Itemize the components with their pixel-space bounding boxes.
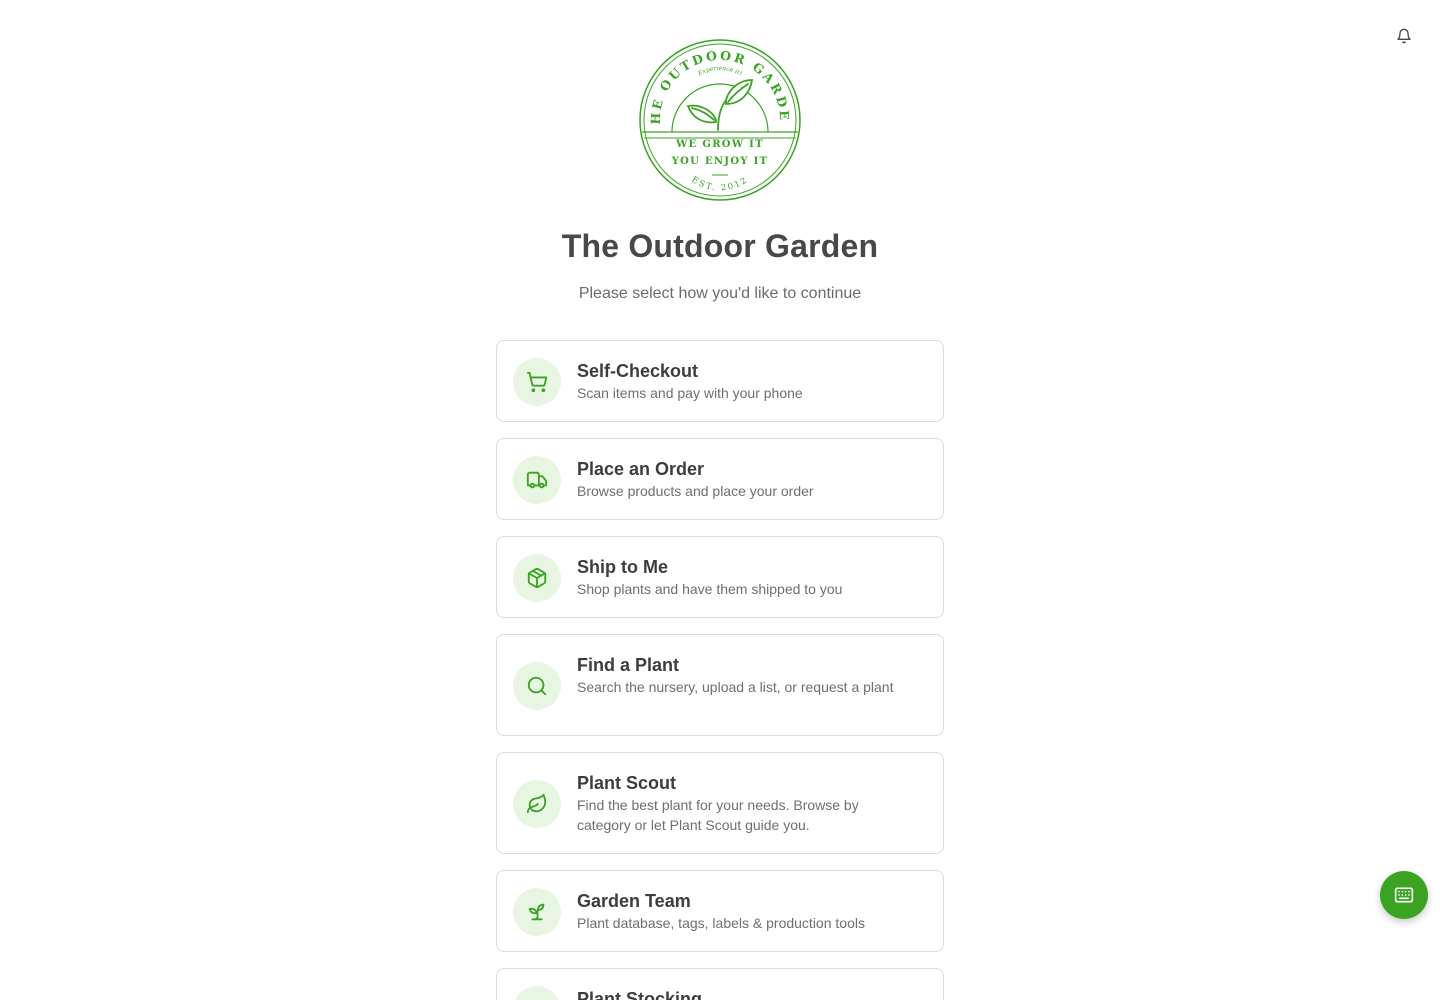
package-icon [527,567,547,589]
keyboard-button[interactable] [1380,871,1428,919]
option-description: Plant database, tags, labels & productio… [577,915,865,931]
option-garden-team[interactable]: Garden Team Plant database, tags, labels… [496,870,944,952]
bell-icon [1397,28,1411,44]
logo-ring-text: THE OUTDOOR GARDEN [631,26,790,125]
option-text: Self-Checkout Scan items and pay with yo… [577,359,907,403]
option-icon-badge [513,780,561,828]
option-description: Find the best plant for your needs. Brow… [577,797,859,833]
logo-est: EST. 2012 [689,175,748,194]
cart-icon [526,371,548,393]
option-title: Ship to Me [577,557,668,577]
logo-small-tagline: Experience it! [696,65,743,78]
option-title: Garden Team [577,891,691,911]
truck-icon [526,471,548,489]
search-icon [527,676,547,696]
logo: THE OUTDOOR GARDEN Experience it! WE GRO… [631,26,802,202]
option-icon-badge [513,662,561,710]
option-icon-badge [513,456,561,504]
option-ship-to-me[interactable]: Ship to Me Shop plants and have them shi… [496,536,944,618]
option-icon-badge [513,888,561,936]
option-find-plant[interactable]: Find a Plant Search the nursery, upload … [496,634,944,736]
option-icon-badge [513,358,561,406]
page-subtitle: Please select how you'd like to continue [578,285,862,302]
option-plant-stocking[interactable]: Plant Stocking [496,968,944,1000]
option-text: Garden Team Plant database, tags, labels… [577,889,907,933]
logo-line1: WE GROW IT [675,139,764,150]
svg-text:THE OUTDOOR GARDEN: THE OUTDOOR GARDEN [638,38,792,125]
option-icon-badge [513,554,561,602]
option-text: Plant Scout Find the best plant for your… [577,771,907,835]
option-place-order[interactable]: Place an Order Browse products and place… [496,438,944,520]
option-title: Place an Order [577,459,705,479]
svg-text:Experience it!: Experience it! [696,65,743,78]
option-title: Plant Stocking [577,989,703,1000]
option-text: Find a Plant Search the nursery, upload … [577,653,907,697]
option-description: Scan items and pay with your phone [577,385,803,401]
option-text: Ship to Me Shop plants and have them shi… [577,555,907,599]
sprout-icon [528,903,545,921]
logo-line2: YOU ENJOY IT [671,156,769,167]
page-title: The Outdoor Garden [561,228,879,264]
leaf-icon [526,793,547,814]
option-title: Self-Checkout [577,361,699,381]
option-description: Shop plants and have them shipped to you [577,581,843,597]
option-title: Plant Scout [577,773,677,793]
option-description: Browse products and place your order [577,483,814,499]
option-text: Place an Order Browse products and place… [577,457,907,501]
option-title: Find a Plant [577,655,680,675]
option-description: Search the nursery, upload a list, or re… [577,679,894,695]
landing-page: THE OUTDOOR GARDEN Experience it! WE GRO… [0,0,1440,1000]
notifications-button[interactable] [1392,24,1416,48]
option-self-checkout[interactable]: Self-Checkout Scan items and pay with yo… [496,340,944,422]
option-icon-badge [513,986,561,1000]
svg-text:EST. 2012: EST. 2012 [689,175,750,194]
keyboard-icon [1394,887,1414,903]
option-plant-scout[interactable]: Plant Scout Find the best plant for your… [496,752,944,854]
option-text: Plant Stocking [577,987,907,1000]
